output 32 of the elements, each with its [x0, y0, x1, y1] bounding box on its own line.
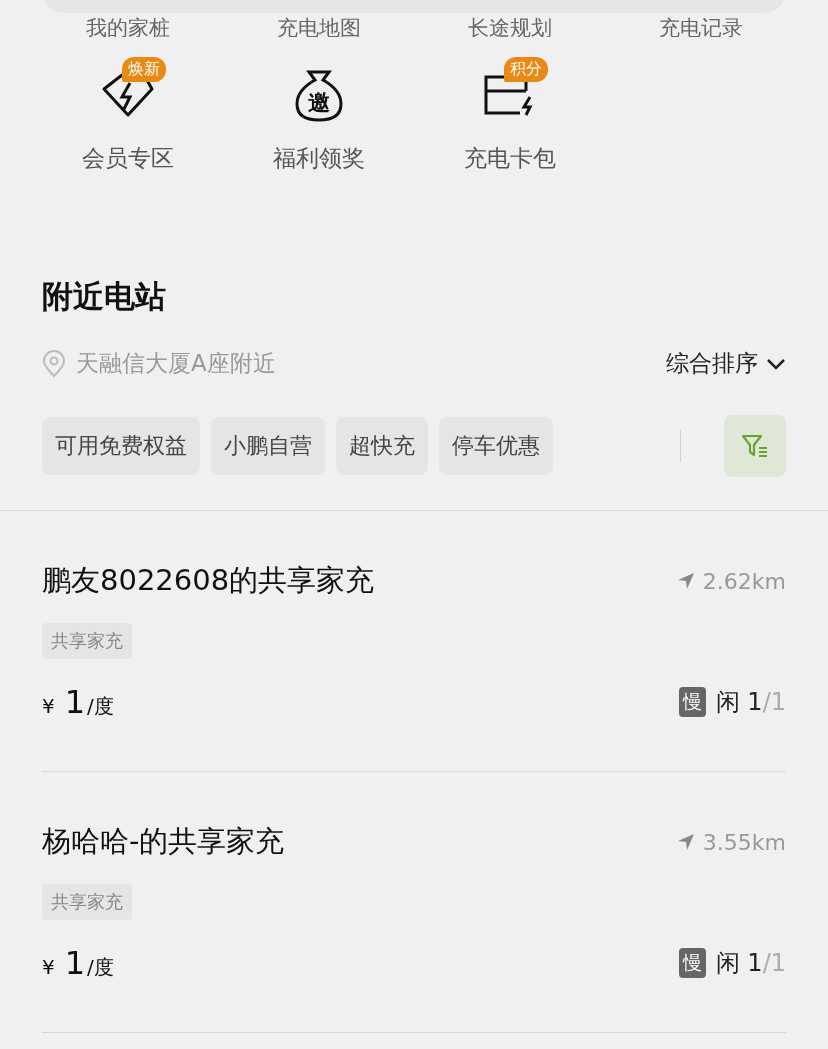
speed-badge: 慢 [678, 948, 706, 978]
speed-badge: 慢 [678, 687, 706, 717]
navigation-arrow-icon [676, 833, 695, 851]
section-title: 附近电站 [42, 277, 167, 316]
price-text: ¥ 1/度 [42, 944, 114, 982]
shortcut-label[interactable]: 会员专区 [81, 143, 174, 174]
availability-text: 闲 1/1 [715, 687, 786, 718]
shortcut-label[interactable]: 福利领奖 [272, 143, 365, 174]
badge: 焕新 [121, 57, 166, 82]
availability-text: 闲 1/1 [715, 948, 786, 979]
location-text: 天融信大厦A座附近 [76, 349, 277, 378]
filter-chip[interactable]: 可用免费权益 [42, 417, 200, 475]
price-text: ¥ 1/度 [42, 683, 114, 721]
shortcut-label[interactable]: 充电地图 [223, 11, 414, 37]
filter-icon [741, 433, 769, 459]
filter-chip[interactable]: 小鹏自营 [211, 417, 325, 475]
station-name[interactable]: 鹏友8022608的共享家充 [42, 561, 375, 601]
station-tag: 共享家充 [42, 623, 132, 659]
shortcut-label[interactable]: 充电卡包 [463, 143, 556, 174]
navigation-arrow-icon [676, 572, 695, 590]
station-name[interactable]: 杨哈哈-的共享家充 [42, 822, 285, 862]
filter-chip[interactable]: 停车优惠 [439, 417, 553, 475]
chevron-down-icon [766, 357, 786, 370]
filter-button[interactable] [724, 415, 786, 477]
shortcut-label[interactable]: 充电记录 [605, 11, 796, 37]
sort-dropdown[interactable]: 综合排序 [666, 348, 786, 379]
location-pin-icon [42, 349, 66, 378]
distance-text: 2.62km [702, 568, 786, 594]
filter-chip[interactable]: 超快充 [336, 417, 428, 475]
distance-text: 3.55km [702, 829, 786, 855]
badge: 积分 [503, 57, 548, 82]
station-tag: 共享家充 [42, 884, 132, 920]
